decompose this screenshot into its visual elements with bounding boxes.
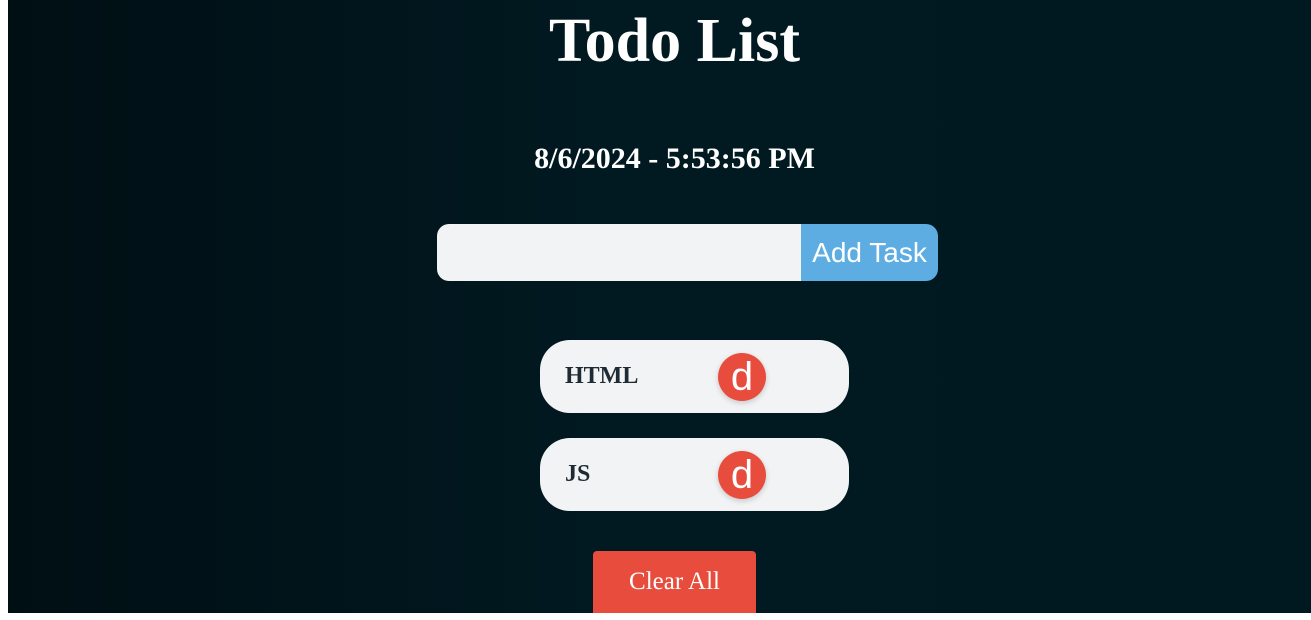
task-input[interactable] [437,224,801,281]
list-item: JS d [540,438,849,511]
todo-app: Todo List 8/6/2024 - 5:53:56 PM Add Task… [8,0,1311,613]
add-task-button[interactable]: Add Task [801,224,938,281]
task-list: HTML d JS d [540,340,849,536]
list-item: HTML d [540,340,849,413]
delete-task-button[interactable]: d [718,353,766,401]
datetime-display: 8/6/2024 - 5:53:56 PM [534,142,815,175]
task-input-row: Add Task [437,224,938,281]
clear-all-button[interactable]: Clear All [593,551,756,613]
task-label: HTML [565,363,639,389]
delete-task-button[interactable]: d [718,451,766,499]
page-title: Todo List [549,7,800,75]
task-label: JS [565,461,591,487]
